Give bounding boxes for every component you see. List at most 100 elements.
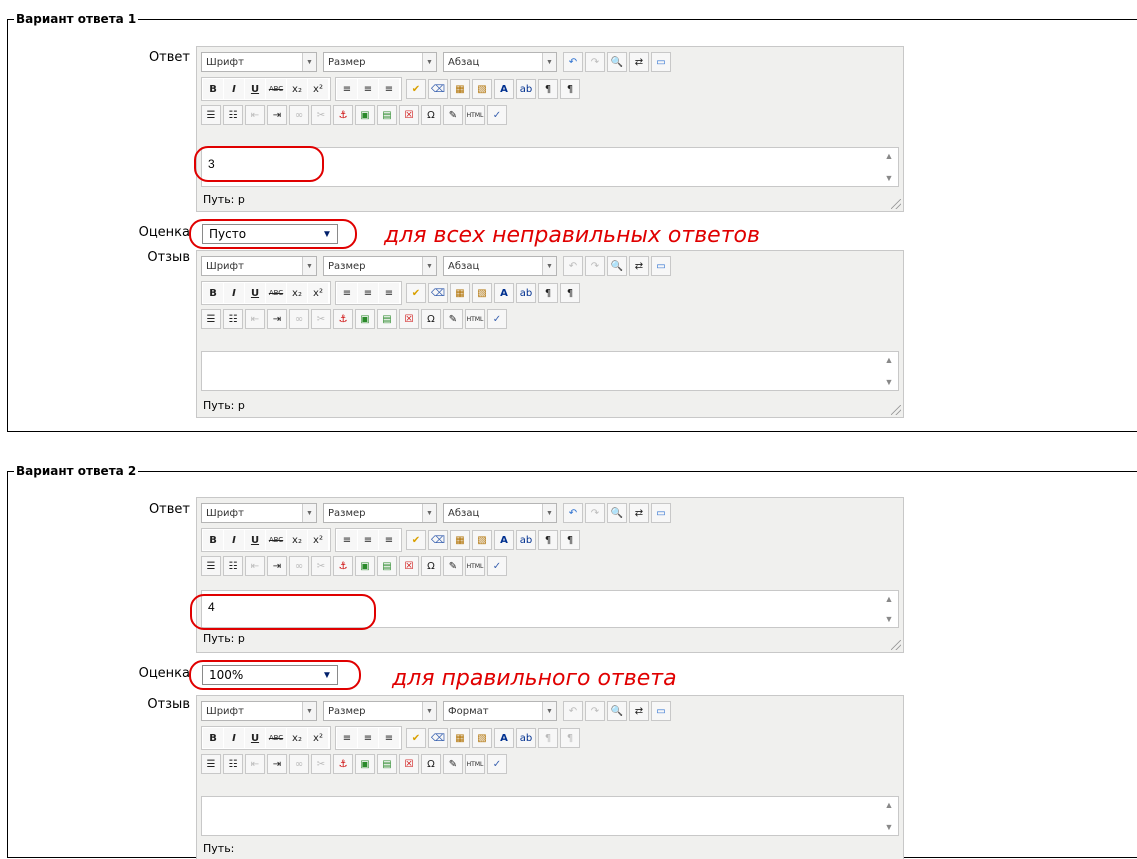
- text-color-icon[interactable]: A: [494, 79, 514, 99]
- unlink-icon[interactable]: ✂: [311, 556, 331, 576]
- resize-grip-icon[interactable]: [891, 405, 901, 415]
- bullet-list-icon[interactable]: ☰: [201, 754, 221, 774]
- spellcheck-icon[interactable]: ✓: [487, 754, 507, 774]
- redo-icon[interactable]: ↷: [585, 256, 605, 276]
- align-right-icon[interactable]: ≡: [379, 728, 399, 748]
- font-select[interactable]: Шрифт ▼: [201, 701, 317, 721]
- indent-icon[interactable]: ⇥: [267, 754, 287, 774]
- link-icon[interactable]: ∞: [289, 309, 309, 329]
- bullet-list-icon[interactable]: ☰: [201, 105, 221, 125]
- spellcheck-icon[interactable]: ✓: [487, 556, 507, 576]
- size-select[interactable]: Размер ▼: [323, 503, 437, 523]
- redo-icon[interactable]: ↷: [585, 503, 605, 523]
- edit-html-icon[interactable]: ✎: [443, 754, 463, 774]
- indent-icon[interactable]: ⇥: [267, 105, 287, 125]
- anchor-icon[interactable]: ⚓: [333, 754, 353, 774]
- bold-button[interactable]: B: [203, 79, 223, 99]
- omega-button[interactable]: Ω: [421, 556, 441, 576]
- font-select[interactable]: Шрифт ▼: [201, 256, 317, 276]
- ltr-icon[interactable]: ¶: [538, 79, 558, 99]
- format-select[interactable]: Формат ▼: [443, 701, 557, 721]
- scrollbar[interactable]: ▲ ▼: [880, 797, 898, 835]
- emoticon-icon[interactable]: ☒: [399, 754, 419, 774]
- link-icon[interactable]: ∞: [289, 556, 309, 576]
- strikethrough-button[interactable]: ABC: [266, 79, 286, 99]
- undo-icon[interactable]: ↶: [563, 52, 583, 72]
- align-right-icon[interactable]: ≡: [379, 530, 399, 550]
- image-icon[interactable]: ▣: [355, 309, 375, 329]
- text-color-icon[interactable]: A: [494, 283, 514, 303]
- feedback-textarea-1[interactable]: ▲ ▼: [201, 351, 899, 391]
- fullscreen-icon[interactable]: ▭: [651, 701, 671, 721]
- html-button[interactable]: HTML: [465, 556, 485, 576]
- find-icon[interactable]: 🔍: [607, 503, 627, 523]
- paragraph-select[interactable]: Абзац ▼: [443, 256, 557, 276]
- eraser-icon[interactable]: ⌫: [428, 283, 448, 303]
- replace-icon[interactable]: ⇄: [629, 52, 649, 72]
- clean-up-icon[interactable]: ✔: [406, 283, 426, 303]
- fullscreen-icon[interactable]: ▭: [651, 256, 671, 276]
- bullet-list-icon[interactable]: ☰: [201, 309, 221, 329]
- paragraph-select[interactable]: Абзац ▼: [443, 503, 557, 523]
- clean-up-icon[interactable]: ✔: [406, 79, 426, 99]
- align-right-icon[interactable]: ≡: [379, 79, 399, 99]
- resize-grip-icon[interactable]: [891, 640, 901, 650]
- edit-html-icon[interactable]: ✎: [443, 309, 463, 329]
- numbered-list-icon[interactable]: ☷: [223, 105, 243, 125]
- anchor-icon[interactable]: ⚓: [333, 556, 353, 576]
- numbered-list-icon[interactable]: ☷: [223, 556, 243, 576]
- spellcheck-icon[interactable]: ✓: [487, 309, 507, 329]
- feedback-textarea-2[interactable]: ▲ ▼: [201, 796, 899, 836]
- omega-button[interactable]: Ω: [421, 105, 441, 125]
- bg-color-icon[interactable]: ab: [516, 79, 536, 99]
- align-left-icon[interactable]: ≡: [337, 728, 357, 748]
- subscript-button[interactable]: x₂: [287, 728, 307, 748]
- italic-button[interactable]: I: [224, 728, 244, 748]
- bg-color-icon[interactable]: ab: [516, 283, 536, 303]
- scrollbar[interactable]: ▲ ▼: [880, 148, 898, 186]
- rtl-icon[interactable]: ¶: [560, 530, 580, 550]
- edit-html-icon[interactable]: ✎: [443, 556, 463, 576]
- align-center-icon[interactable]: ≡: [358, 728, 378, 748]
- numbered-list-icon[interactable]: ☷: [223, 754, 243, 774]
- outdent-icon[interactable]: ⇤: [245, 309, 265, 329]
- media-icon[interactable]: ▤: [377, 556, 397, 576]
- strikethrough-button[interactable]: ABC: [266, 283, 286, 303]
- fullscreen-icon[interactable]: ▭: [651, 503, 671, 523]
- align-center-icon[interactable]: ≡: [358, 79, 378, 99]
- strikethrough-button[interactable]: ABC: [266, 728, 286, 748]
- html-button[interactable]: HTML: [465, 754, 485, 774]
- media-icon[interactable]: ▤: [377, 309, 397, 329]
- underline-button[interactable]: U: [245, 79, 265, 99]
- fullscreen-icon[interactable]: ▭: [651, 52, 671, 72]
- paste-text-icon[interactable]: ▦: [450, 728, 470, 748]
- link-icon[interactable]: ∞: [289, 754, 309, 774]
- ltr-icon[interactable]: ¶: [538, 283, 558, 303]
- italic-button[interactable]: I: [224, 283, 244, 303]
- media-icon[interactable]: ▤: [377, 105, 397, 125]
- numbered-list-icon[interactable]: ☷: [223, 309, 243, 329]
- superscript-button[interactable]: x²: [308, 728, 328, 748]
- clean-up-icon[interactable]: ✔: [406, 728, 426, 748]
- bold-button[interactable]: B: [203, 283, 223, 303]
- emoticon-icon[interactable]: ☒: [399, 105, 419, 125]
- edit-html-icon[interactable]: ✎: [443, 105, 463, 125]
- undo-icon[interactable]: ↶: [563, 503, 583, 523]
- outdent-icon[interactable]: ⇤: [245, 556, 265, 576]
- ltr-icon[interactable]: ¶: [538, 530, 558, 550]
- paste-word-icon[interactable]: ▧: [472, 530, 492, 550]
- rtl-icon[interactable]: ¶: [560, 283, 580, 303]
- underline-button[interactable]: U: [245, 283, 265, 303]
- anchor-icon[interactable]: ⚓: [333, 309, 353, 329]
- font-select[interactable]: Шрифт ▼: [201, 52, 317, 72]
- undo-icon[interactable]: ↶: [563, 256, 583, 276]
- superscript-button[interactable]: x²: [308, 530, 328, 550]
- undo-icon[interactable]: ↶: [563, 701, 583, 721]
- bold-button[interactable]: B: [203, 728, 223, 748]
- bg-color-icon[interactable]: ab: [516, 530, 536, 550]
- underline-button[interactable]: U: [245, 728, 265, 748]
- align-center-icon[interactable]: ≡: [358, 530, 378, 550]
- eraser-icon[interactable]: ⌫: [428, 530, 448, 550]
- align-center-icon[interactable]: ≡: [358, 283, 378, 303]
- indent-icon[interactable]: ⇥: [267, 556, 287, 576]
